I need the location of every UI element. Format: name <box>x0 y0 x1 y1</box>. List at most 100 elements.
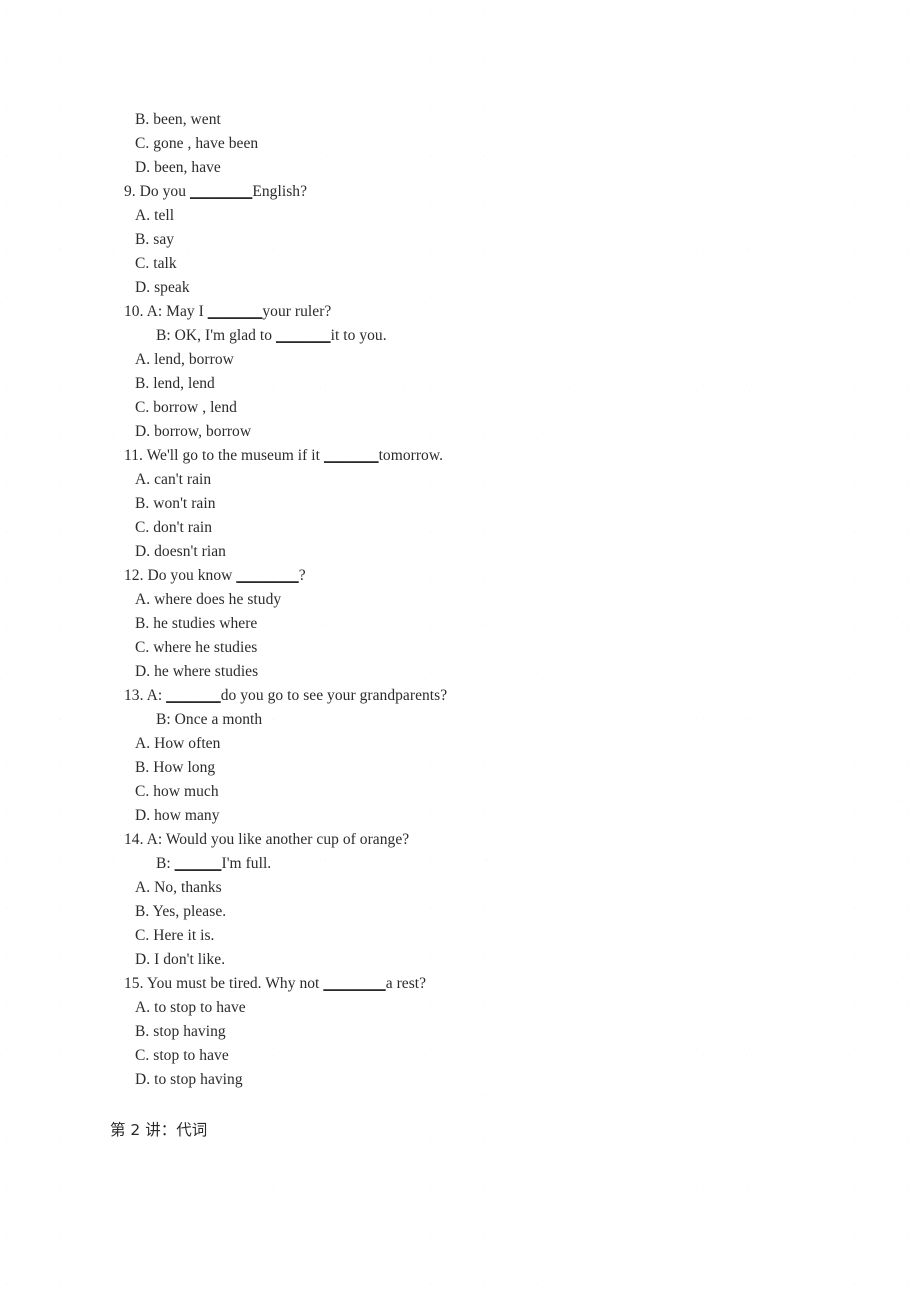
option-line: A. tell <box>0 204 920 228</box>
question-line: 14. A: Would you like another cup of ora… <box>0 828 920 852</box>
line-text: B. How long <box>135 759 216 776</box>
line-text: A. where does he study <box>135 591 282 608</box>
line-text: B. say <box>135 231 175 248</box>
option-line: D. he where studies <box>0 660 920 684</box>
line-text: 9. Do you <box>124 183 190 200</box>
line-text: 14. A: Would you like another cup of ora… <box>124 831 410 848</box>
line-text: D. speak <box>135 279 190 296</box>
line-text-tail: ? <box>298 567 306 584</box>
section-heading-lesson-2: 第 2 讲：代词 <box>110 1121 208 1139</box>
answer-blank: ______ <box>174 855 222 872</box>
line-text: D. been, have <box>135 159 221 176</box>
option-line: D. doesn't rian <box>0 540 920 564</box>
option-line: A. How often <box>0 732 920 756</box>
line-text: 15. You must be tired. Why not <box>124 975 324 992</box>
option-line: C. gone , have been <box>0 132 920 156</box>
option-line: B. been, went <box>0 108 920 132</box>
line-text: B. Yes, please. <box>135 903 227 920</box>
option-line: D. I don't like. <box>0 948 920 972</box>
option-line: C. stop to have <box>0 1044 920 1068</box>
option-line: D. how many <box>0 804 920 828</box>
line-text: A. can't rain <box>135 471 212 488</box>
line-text: C. gone , have been <box>135 135 259 152</box>
option-line: A. lend, borrow <box>0 348 920 372</box>
line-text: D. borrow, borrow <box>135 423 252 440</box>
line-text: A. to stop to have <box>135 999 246 1016</box>
question-line: 11. We'll go to the museum if it _______… <box>0 444 920 468</box>
line-text: D. doesn't rian <box>135 543 226 560</box>
line-text-tail: it to you. <box>330 327 387 344</box>
option-line: B. stop having <box>0 1020 920 1044</box>
line-text: B. been, went <box>135 111 221 128</box>
option-line: A. where does he study <box>0 588 920 612</box>
option-line: B. won't rain <box>0 492 920 516</box>
option-line: A. can't rain <box>0 468 920 492</box>
option-line: A. to stop to have <box>0 996 920 1020</box>
line-text: B. won't rain <box>135 495 216 512</box>
option-line: C. Here it is. <box>0 924 920 948</box>
line-text: B. lend, lend <box>135 375 215 392</box>
answer-blank: _______ <box>276 327 331 344</box>
line-text: D. to stop having <box>135 1071 243 1088</box>
line-text: C. borrow , lend <box>135 399 237 416</box>
line-text: C. don't rain <box>135 519 213 536</box>
line-text: B: OK, I'm glad to <box>156 327 276 344</box>
question-line: 15. You must be tired. Why not ________a… <box>0 972 920 996</box>
answer-blank: _______ <box>166 687 221 704</box>
dialogue-line: B: OK, I'm glad to _______it to you. <box>0 324 920 348</box>
answer-blank: ________ <box>323 975 386 992</box>
line-text: C. talk <box>135 255 177 272</box>
option-line: C. borrow , lend <box>0 396 920 420</box>
option-line: B. How long <box>0 756 920 780</box>
line-text: 10. A: May I <box>124 303 208 320</box>
answer-blank: ________ <box>236 567 299 584</box>
question-line: 9. Do you ________English? <box>0 180 920 204</box>
option-line: B. say <box>0 228 920 252</box>
option-line: D. borrow, borrow <box>0 420 920 444</box>
line-text: B. stop having <box>135 1023 226 1040</box>
line-text-tail: tomorrow. <box>378 447 444 464</box>
line-text-tail: I'm full. <box>221 855 272 872</box>
scanned-page: B. been, went C. gone , have been D. been,… <box>0 0 920 1297</box>
line-text: C. Here it is. <box>135 927 215 944</box>
line-text-tail: English? <box>252 183 308 200</box>
answer-blank: _______ <box>323 447 379 464</box>
option-line: B. Yes, please. <box>0 900 920 924</box>
line-text: A. tell <box>135 207 175 224</box>
line-text: C. how much <box>135 783 219 800</box>
dialogue-line: B: ______I'm full. <box>0 852 920 876</box>
line-text: C. stop to have <box>135 1047 229 1064</box>
exercise-list: B. been, went C. gone , have been D. been,… <box>0 108 920 1092</box>
option-line: B. lend, lend <box>0 372 920 396</box>
line-text-tail: a rest? <box>385 975 427 992</box>
line-text: A. No, thanks <box>135 879 222 896</box>
line-text: B: <box>156 855 175 872</box>
option-line: C. don't rain <box>0 516 920 540</box>
answer-blank: _______ <box>207 303 263 320</box>
line-text: D. how many <box>135 807 220 824</box>
option-line: D. to stop having <box>0 1068 920 1092</box>
dialogue-line: B: Once a month <box>0 708 920 732</box>
line-text: 11. We'll go to the museum if it <box>124 447 324 464</box>
option-line: D. been, have <box>0 156 920 180</box>
question-line: 10. A: May I _______your ruler? <box>0 300 920 324</box>
option-line: C. where he studies <box>0 636 920 660</box>
option-line: A. No, thanks <box>0 876 920 900</box>
option-line: C. how much <box>0 780 920 804</box>
line-text: 12. Do you know <box>124 567 237 584</box>
line-text: B. he studies where <box>135 615 258 632</box>
question-line: 12. Do you know ________? <box>0 564 920 588</box>
line-text-tail: your ruler? <box>262 303 332 320</box>
line-text: A. lend, borrow <box>135 351 234 368</box>
answer-blank: ________ <box>189 183 253 200</box>
line-text: A. How often <box>135 735 221 752</box>
line-text: D. I don't like. <box>135 951 226 968</box>
line-text: D. he where studies <box>135 663 259 680</box>
option-line: B. he studies where <box>0 612 920 636</box>
line-text: C. where he studies <box>135 639 258 656</box>
option-line: D. speak <box>0 276 920 300</box>
line-text: B: Once a month <box>156 711 263 728</box>
question-line: 13. A: _______do you go to see your gran… <box>0 684 920 708</box>
option-line: C. talk <box>0 252 920 276</box>
line-text-tail: do you go to see your grandparents? <box>220 687 448 704</box>
